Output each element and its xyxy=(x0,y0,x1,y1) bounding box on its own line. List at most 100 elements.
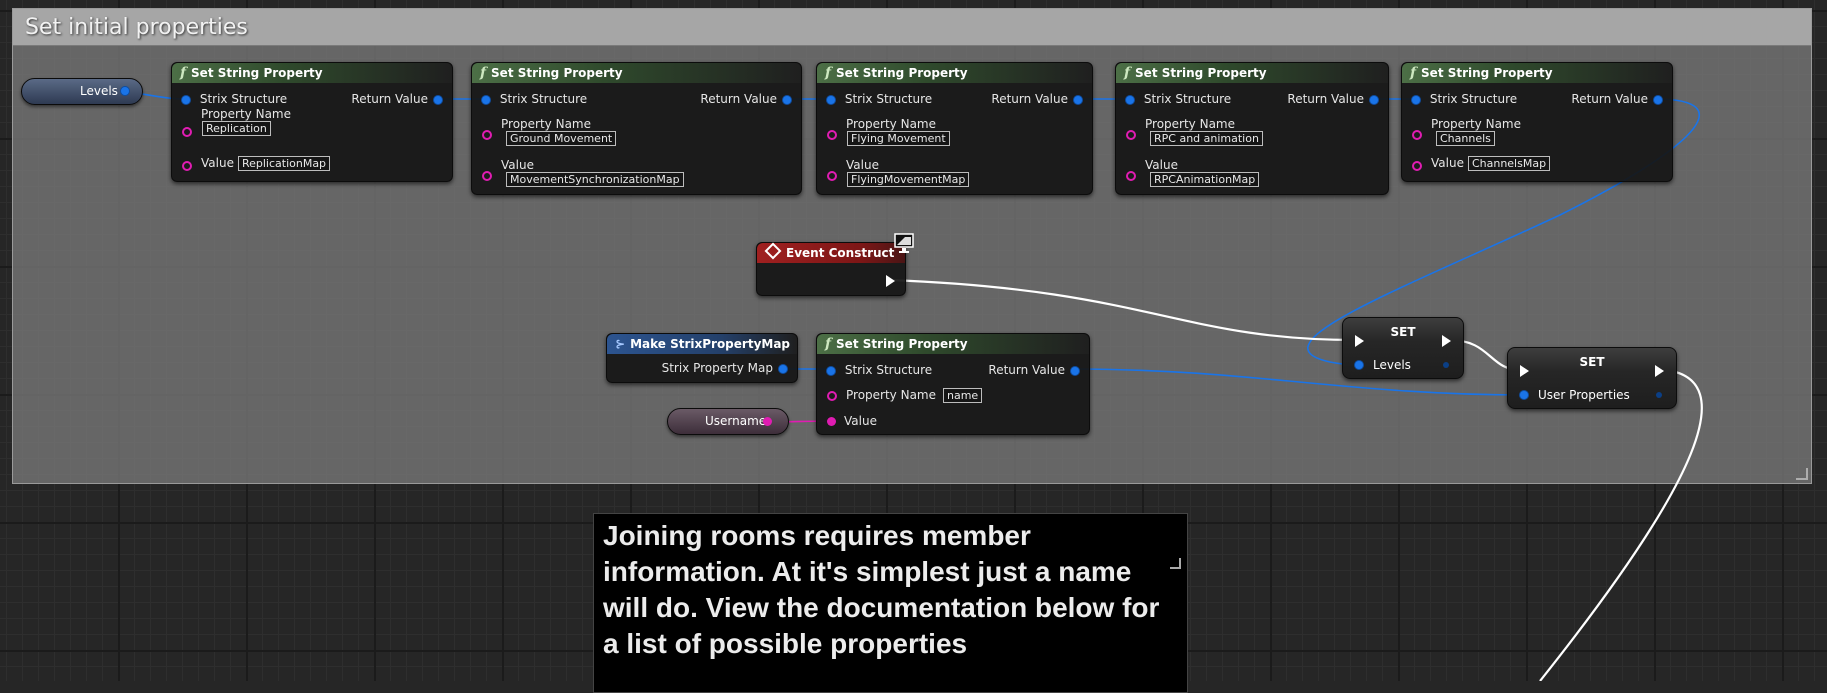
return-value-output[interactable]: Return Value xyxy=(351,92,442,106)
levels-output-pin[interactable] xyxy=(1443,362,1449,368)
comment-note[interactable]: Joining rooms requires member informatio… xyxy=(593,513,1188,693)
value-input[interactable] xyxy=(1412,158,1422,172)
exec-output-icon[interactable] xyxy=(1655,365,1664,377)
user-properties-input-pin[interactable] xyxy=(1520,391,1528,399)
value-field[interactable]: RPCAnimationMap xyxy=(1150,172,1260,187)
property-name-input[interactable]: Property Name name xyxy=(827,388,983,403)
value-input[interactable] xyxy=(182,158,192,172)
levels-input-pin[interactable] xyxy=(1355,361,1363,369)
property-name-label: Property Name xyxy=(846,117,936,131)
function-icon: f xyxy=(1410,65,1417,81)
strix-structure-input[interactable]: Strix Structure xyxy=(827,92,932,106)
return-value-output[interactable]: Return Value xyxy=(988,363,1079,377)
value-field[interactable]: FlyingMovementMap xyxy=(847,172,970,187)
exec-input-icon[interactable] xyxy=(1355,335,1364,347)
strix-property-map-output[interactable]: Strix Property Map xyxy=(662,361,787,375)
struct-pin-icon[interactable] xyxy=(827,95,835,104)
string-pin-icon[interactable] xyxy=(827,417,836,426)
value-label: Value xyxy=(501,158,534,172)
return-value-output[interactable]: Return Value xyxy=(1571,92,1662,106)
value-input[interactable] xyxy=(827,168,837,182)
property-name-field[interactable]: Channels xyxy=(1436,131,1495,146)
username-variable[interactable]: Username xyxy=(667,408,789,435)
wire-event-to-set-levels xyxy=(889,278,1357,342)
property-name-input[interactable] xyxy=(1412,127,1422,141)
string-pin-icon[interactable] xyxy=(1412,129,1422,140)
levels-variable[interactable]: Levels xyxy=(21,78,143,105)
property-name-label: Property Name xyxy=(1145,117,1235,131)
username-variable-label: Username xyxy=(705,414,767,428)
struct-pin-icon[interactable] xyxy=(783,95,791,104)
strix-structure-input[interactable]: Strix Structure xyxy=(1412,92,1517,106)
value-field[interactable]: MovementSynchronizationMap xyxy=(506,172,684,187)
set-string-node[interactable]: f Set String Property Strix Structure Ret… xyxy=(1401,62,1673,182)
set-string-node[interactable]: f Set String Property Strix Structure Ret… xyxy=(471,62,802,195)
property-name-field[interactable]: Flying Movement xyxy=(847,131,950,146)
struct-pin-icon[interactable] xyxy=(1654,95,1662,104)
event-construct-node[interactable]: Event Construct xyxy=(756,242,906,296)
strix-structure-input[interactable]: Strix Structure xyxy=(1126,92,1231,106)
set-string-node[interactable]: f Set String Property Strix Structure Ret… xyxy=(816,62,1093,195)
make-strix-property-map-node[interactable]: ⊱ Make StrixPropertyMap Strix Property Ma… xyxy=(606,333,798,383)
struct-pin-icon[interactable] xyxy=(1412,95,1420,104)
string-pin-icon[interactable] xyxy=(827,170,837,181)
event-diamond-icon xyxy=(764,242,782,260)
struct-pin-icon[interactable] xyxy=(1074,95,1082,104)
set-levels-node[interactable]: SET Levels xyxy=(1342,317,1464,379)
property-name-field[interactable]: Replication xyxy=(202,121,271,136)
string-pin-icon[interactable] xyxy=(1126,129,1136,140)
string-pin-icon[interactable] xyxy=(1126,170,1136,181)
node-header: f Set String Property xyxy=(472,63,801,83)
return-value-output[interactable]: Return Value xyxy=(700,92,791,106)
property-name-input[interactable] xyxy=(182,117,192,137)
property-name-label: Property Name xyxy=(501,117,591,131)
set-user-properties-node[interactable]: SET User Properties xyxy=(1507,347,1677,409)
set-string-node[interactable]: f Set String Property Strix Structure Ret… xyxy=(171,62,453,182)
return-value-output[interactable]: Return Value xyxy=(991,92,1082,106)
string-pin-icon[interactable] xyxy=(827,390,837,401)
struct-pin-icon[interactable] xyxy=(827,366,835,375)
username-variable-pin[interactable] xyxy=(763,417,772,426)
user-properties-output-pin[interactable] xyxy=(1656,392,1662,398)
exec-input-icon[interactable] xyxy=(1520,365,1529,377)
strix-structure-input[interactable]: Strix Structure xyxy=(827,363,932,377)
exec-output-icon[interactable] xyxy=(1442,335,1451,347)
exec-output[interactable] xyxy=(886,273,895,287)
struct-pin-icon[interactable] xyxy=(1370,95,1378,104)
node-header: ⊱ Make StrixPropertyMap xyxy=(607,334,797,354)
struct-pin-icon[interactable] xyxy=(1071,366,1079,375)
struct-pin-icon[interactable] xyxy=(182,95,190,104)
strix-structure-input[interactable]: Strix Structure xyxy=(182,92,287,106)
string-pin-icon[interactable] xyxy=(1412,160,1422,171)
value-input[interactable] xyxy=(1126,168,1136,182)
value-input[interactable] xyxy=(482,168,492,182)
string-pin-icon[interactable] xyxy=(182,127,192,137)
string-pin-icon[interactable] xyxy=(182,160,192,171)
property-name-input[interactable] xyxy=(827,127,837,141)
property-name-input[interactable] xyxy=(1126,127,1136,141)
set-string-node[interactable]: f Set String Property Strix Structure Ret… xyxy=(1115,62,1389,195)
note-resize-handle[interactable] xyxy=(1170,558,1181,569)
set-string-name-node[interactable]: f Set String Property Strix Structure Ret… xyxy=(816,333,1090,435)
value-label-row: Value ChannelsMap xyxy=(1431,156,1551,171)
string-pin-icon[interactable] xyxy=(482,170,492,181)
function-icon: f xyxy=(825,65,832,81)
struct-pin-icon[interactable] xyxy=(434,95,442,104)
user-properties-pin-label: User Properties xyxy=(1538,388,1630,402)
return-value-output[interactable]: Return Value xyxy=(1287,92,1378,106)
property-name-input[interactable] xyxy=(482,127,492,141)
value-input[interactable]: Value xyxy=(827,414,877,428)
node-header: f Set String Property xyxy=(1402,63,1672,83)
string-pin-icon[interactable] xyxy=(827,129,837,140)
string-pin-icon[interactable] xyxy=(482,129,492,140)
set-user-title: SET xyxy=(1579,355,1605,369)
struct-pin-icon[interactable] xyxy=(482,95,490,104)
property-name-field[interactable]: RPC and animation xyxy=(1150,131,1263,146)
struct-pin-icon[interactable] xyxy=(779,364,787,373)
strix-structure-input[interactable]: Strix Structure xyxy=(482,92,587,106)
levels-variable-pin[interactable] xyxy=(121,87,129,95)
function-icon: f xyxy=(480,65,487,81)
property-name-field[interactable]: Ground Movement xyxy=(506,131,617,146)
exec-pin-icon[interactable] xyxy=(886,274,895,287)
struct-pin-icon[interactable] xyxy=(1126,95,1134,104)
